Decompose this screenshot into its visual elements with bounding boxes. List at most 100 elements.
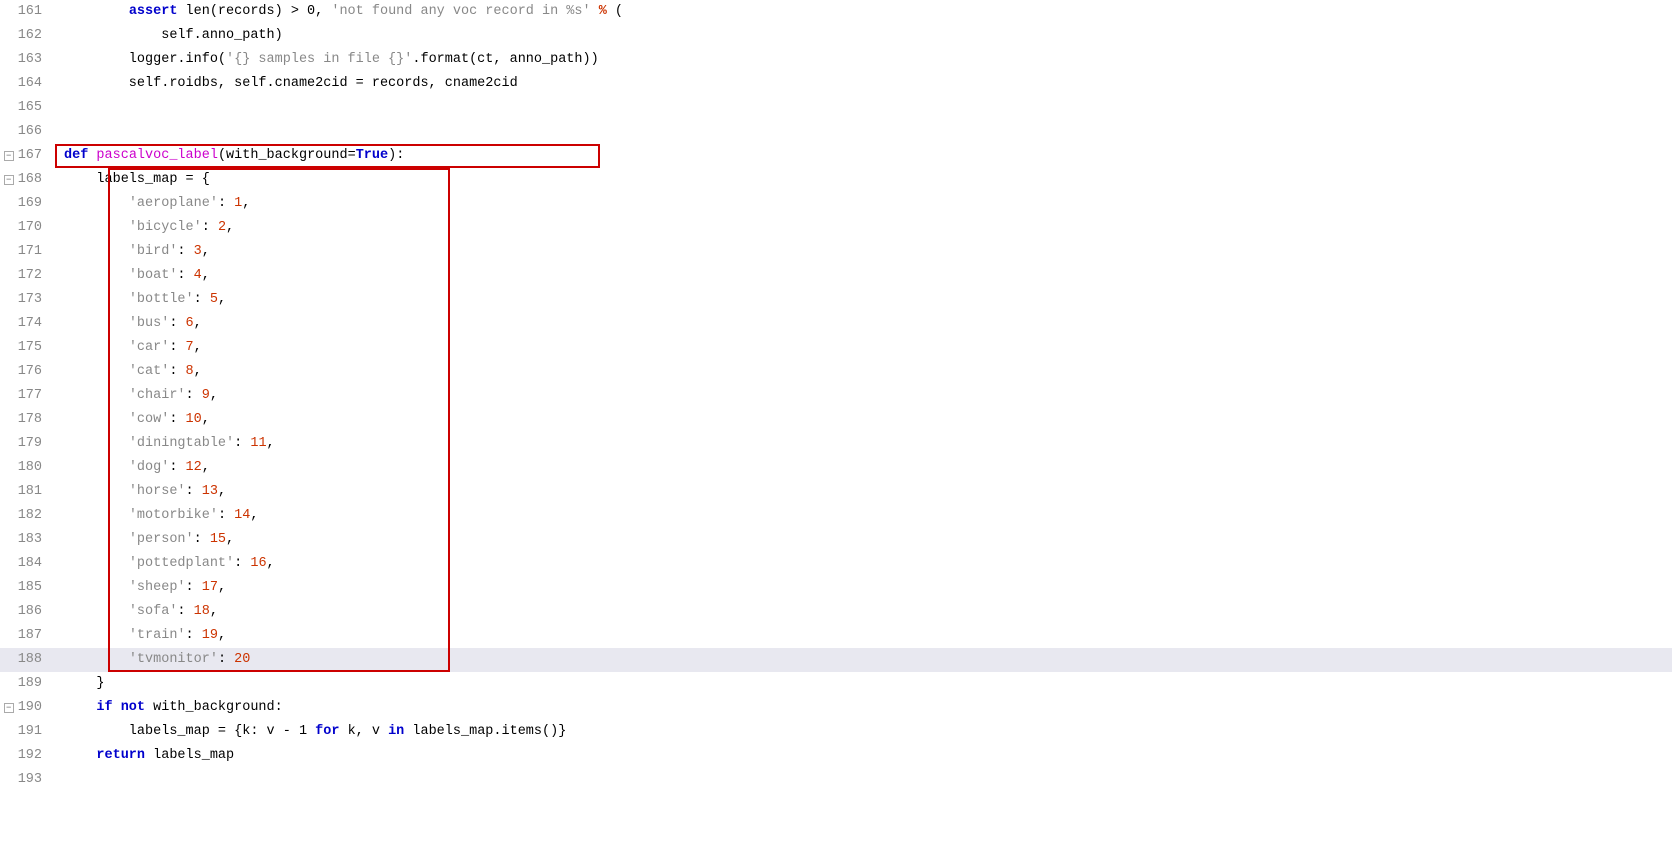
- line-number: 174: [0, 312, 52, 336]
- line-content: 'bottle': 5,: [60, 288, 1672, 312]
- code-line: −190 if not with_background:: [0, 696, 1672, 720]
- line-content: 'sheep': 17,: [60, 576, 1672, 600]
- code-line: 166: [0, 120, 1672, 144]
- line-content: return labels_map: [60, 744, 1672, 768]
- line-number: 184: [0, 552, 52, 576]
- code-line: 162 self.anno_path): [0, 24, 1672, 48]
- code-line: 175 'car': 7,: [0, 336, 1672, 360]
- code-line: 179 'diningtable': 11,: [0, 432, 1672, 456]
- line-number: 193: [0, 768, 52, 792]
- code-line: 191 labels_map = {k: v - 1 for k, v in l…: [0, 720, 1672, 744]
- line-number: 170: [0, 216, 52, 240]
- line-number: 179: [0, 432, 52, 456]
- line-content: 'cow': 10,: [60, 408, 1672, 432]
- line-content: self.roidbs, self.cname2cid = records, c…: [60, 72, 1672, 96]
- line-content: 'person': 15,: [60, 528, 1672, 552]
- line-number: 183: [0, 528, 52, 552]
- code-line: 178 'cow': 10,: [0, 408, 1672, 432]
- code-line: 189 }: [0, 672, 1672, 696]
- code-line: 161 assert len(records) > 0, 'not found …: [0, 0, 1672, 24]
- line-number: 188: [0, 648, 52, 672]
- code-line: 174 'bus': 6,: [0, 312, 1672, 336]
- fold-icon[interactable]: −: [4, 151, 14, 161]
- line-number: 161: [0, 0, 52, 24]
- line-number: 189: [0, 672, 52, 696]
- code-line: −168 labels_map = {: [0, 168, 1672, 192]
- line-content: def pascalvoc_label(with_background=True…: [60, 144, 1672, 168]
- line-number: 186: [0, 600, 52, 624]
- line-content: 'bird': 3,: [60, 240, 1672, 264]
- line-content: 'horse': 13,: [60, 480, 1672, 504]
- line-number: 173: [0, 288, 52, 312]
- line-number: −168: [0, 168, 52, 192]
- line-number: 162: [0, 24, 52, 48]
- line-number: 192: [0, 744, 52, 768]
- line-number: 169: [0, 192, 52, 216]
- line-number: −190: [0, 696, 52, 720]
- code-line: 181 'horse': 13,: [0, 480, 1672, 504]
- line-content: 'dog': 12,: [60, 456, 1672, 480]
- code-line: 186 'sofa': 18,: [0, 600, 1672, 624]
- line-number: 191: [0, 720, 52, 744]
- line-number: 185: [0, 576, 52, 600]
- code-line: 183 'person': 15,: [0, 528, 1672, 552]
- line-number: −167: [0, 144, 52, 168]
- line-number: 171: [0, 240, 52, 264]
- code-line: 171 'bird': 3,: [0, 240, 1672, 264]
- code-line: −167 def pascalvoc_label(with_background=…: [0, 144, 1672, 168]
- line-number: 177: [0, 384, 52, 408]
- line-number: 182: [0, 504, 52, 528]
- code-line: 176 'cat': 8,: [0, 360, 1672, 384]
- code-line: 165: [0, 96, 1672, 120]
- code-line: 177 'chair': 9,: [0, 384, 1672, 408]
- line-number: 176: [0, 360, 52, 384]
- line-content: 'sofa': 18,: [60, 600, 1672, 624]
- code-line: 180 'dog': 12,: [0, 456, 1672, 480]
- code-line: 192 return labels_map: [0, 744, 1672, 768]
- line-content: 'pottedplant': 16,: [60, 552, 1672, 576]
- code-line: 185 'sheep': 17,: [0, 576, 1672, 600]
- fold-icon[interactable]: −: [4, 175, 14, 185]
- line-content: 'train': 19,: [60, 624, 1672, 648]
- line-content: logger.info('{} samples in file {}'.form…: [60, 48, 1672, 72]
- code-line: 188 'tvmonitor': 20: [0, 648, 1672, 672]
- code-line: 184 'pottedplant': 16,: [0, 552, 1672, 576]
- code-line: 170 'bicycle': 2,: [0, 216, 1672, 240]
- line-number: 178: [0, 408, 52, 432]
- line-content: 'tvmonitor': 20: [60, 648, 1672, 672]
- line-number: 180: [0, 456, 52, 480]
- code-line: 173 'bottle': 5,: [0, 288, 1672, 312]
- line-number: 187: [0, 624, 52, 648]
- code-line: 164 self.roidbs, self.cname2cid = record…: [0, 72, 1672, 96]
- line-content: 'aeroplane': 1,: [60, 192, 1672, 216]
- line-content: 'motorbike': 14,: [60, 504, 1672, 528]
- line-content: self.anno_path): [60, 24, 1672, 48]
- line-number: 172: [0, 264, 52, 288]
- code-line: 169 'aeroplane': 1,: [0, 192, 1672, 216]
- line-content: 'cat': 8,: [60, 360, 1672, 384]
- line-content: labels_map = {: [60, 168, 1672, 192]
- line-number: 163: [0, 48, 52, 72]
- line-content: labels_map = {k: v - 1 for k, v in label…: [60, 720, 1672, 744]
- line-content: 'chair': 9,: [60, 384, 1672, 408]
- line-number: 175: [0, 336, 52, 360]
- line-number: 181: [0, 480, 52, 504]
- line-number: 166: [0, 120, 52, 144]
- code-line: 172 'boat': 4,: [0, 264, 1672, 288]
- line-number: 164: [0, 72, 52, 96]
- line-content: }: [60, 672, 1672, 696]
- line-content: 'bicycle': 2,: [60, 216, 1672, 240]
- code-line: 163 logger.info('{} samples in file {}'.…: [0, 48, 1672, 72]
- code-line: 187 'train': 19,: [0, 624, 1672, 648]
- line-content: assert len(records) > 0, 'not found any …: [60, 0, 1672, 24]
- code-line: 182 'motorbike': 14,: [0, 504, 1672, 528]
- line-number: 165: [0, 96, 52, 120]
- line-content: 'car': 7,: [60, 336, 1672, 360]
- line-content: 'bus': 6,: [60, 312, 1672, 336]
- fold-icon[interactable]: −: [4, 703, 14, 713]
- line-content: if not with_background:: [60, 696, 1672, 720]
- code-editor: 161 assert len(records) > 0, 'not found …: [0, 0, 1672, 865]
- code-line: 193: [0, 768, 1672, 792]
- line-content: 'diningtable': 11,: [60, 432, 1672, 456]
- line-content: 'boat': 4,: [60, 264, 1672, 288]
